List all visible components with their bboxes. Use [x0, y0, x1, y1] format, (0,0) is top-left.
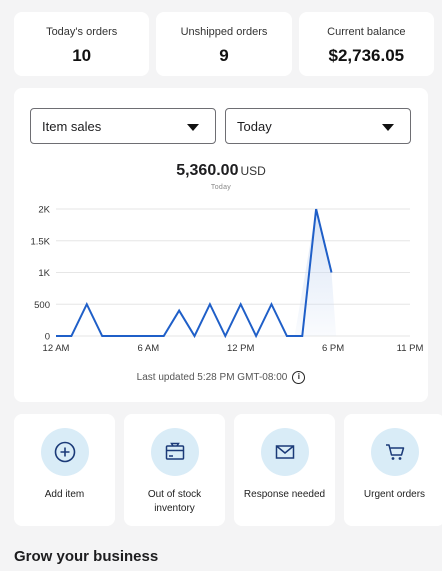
current-balance-value: $2,736.05	[328, 46, 405, 65]
unshipped-orders-card[interactable]: Unshipped orders 9	[156, 12, 292, 76]
plus-circle-icon	[40, 428, 89, 476]
unshipped-orders-label: Unshipped orders	[180, 26, 268, 38]
todays-orders-card[interactable]: Today's orders 10	[14, 12, 150, 76]
todays-orders-label: Today's orders	[46, 26, 118, 38]
current-balance-label: Current balance	[327, 26, 406, 38]
unshipped-orders-value: 9	[219, 46, 229, 65]
add-item-label: Add item	[44, 489, 85, 500]
out-of-stock-button[interactable]: Out of stock inventory	[124, 414, 225, 526]
x-tick-label: 12 AM	[43, 343, 70, 354]
stats-row: Today's orders 10 Unshipped orders 9 Cur…	[14, 12, 434, 76]
x-tick-label: 12 PM	[227, 343, 255, 354]
x-tick-label: 6 PM	[322, 343, 344, 354]
sales-chart-card: Item sales Today 5,360.00 USD Today 0 500 1…	[14, 88, 428, 402]
cart-icon	[370, 428, 419, 476]
last-updated-text: Last updated 5:28 PM GMT-08:00	[136, 372, 288, 383]
urgent-orders-button[interactable]: Urgent orders	[344, 414, 442, 526]
info-icon[interactable]: i	[292, 371, 306, 384]
x-tick-label: 6 AM	[138, 343, 160, 354]
response-needed-label: Response needed	[243, 489, 326, 500]
y-tick-label: 2K	[38, 205, 50, 216]
y-tick-label: 500	[34, 300, 50, 311]
y-tick-label: 1K	[38, 268, 50, 279]
urgent-orders-label: Urgent orders	[363, 489, 426, 500]
y-tick-label: 0	[45, 332, 50, 343]
box-icon	[150, 428, 199, 476]
last-updated: Last updated 5:28 PM GMT-08:00 i	[14, 371, 428, 384]
current-balance-card[interactable]: Current balance $2,736.05	[298, 12, 434, 76]
envelope-icon	[260, 428, 309, 476]
section-title: Grow your business	[14, 548, 159, 565]
quick-actions: Add item Out of stock inventory Response…	[14, 414, 442, 526]
add-item-button[interactable]: Add item	[14, 414, 115, 526]
response-needed-button[interactable]: Response needed	[234, 414, 335, 526]
out-of-stock-label: Out of stock inventory	[147, 489, 202, 514]
x-tick-label: 11 PM	[397, 343, 424, 354]
y-tick-label: 1.5K	[30, 236, 50, 247]
todays-orders-value: 10	[72, 46, 92, 65]
sales-line-chart: 0 500 1K 1.5K 2K 12 AM 6 AM 12 PM 6 PM 11 PM	[30, 205, 424, 355]
